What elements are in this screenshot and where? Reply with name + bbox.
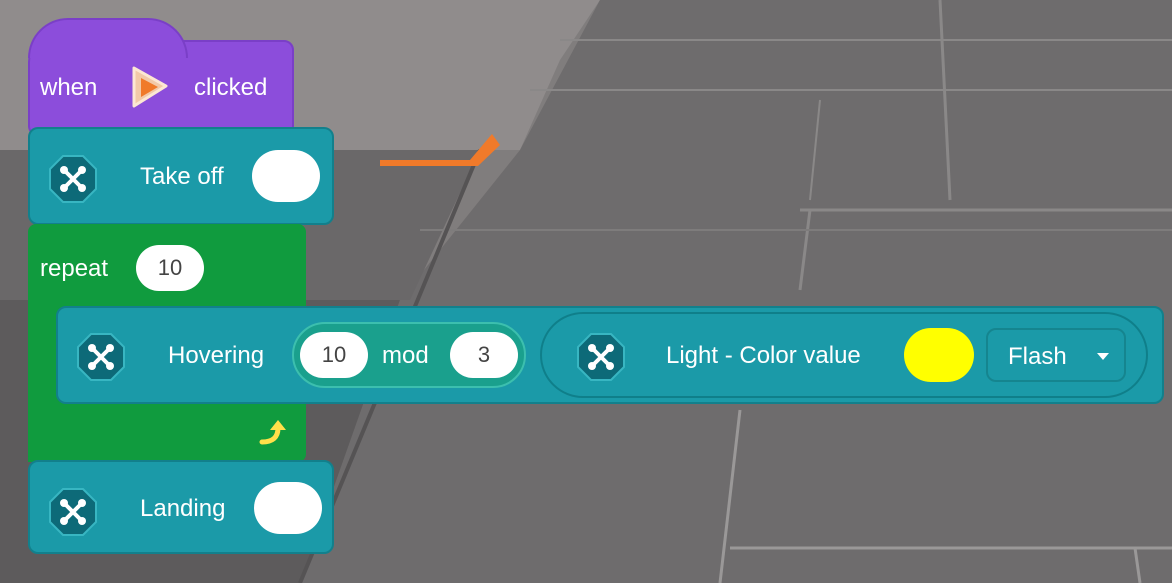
repeat-label: repeat bbox=[40, 255, 109, 282]
landing-input[interactable] bbox=[254, 482, 322, 534]
mod-label: mod bbox=[382, 342, 429, 369]
drone-icon bbox=[77, 333, 125, 381]
mod-left-input[interactable]: 10 bbox=[300, 332, 368, 378]
light-mode-dropdown[interactable]: Flash bbox=[986, 328, 1126, 382]
mod-right-input[interactable]: 3 bbox=[450, 332, 518, 378]
drone-icon bbox=[49, 155, 97, 203]
when-label: when bbox=[40, 74, 98, 101]
drone-icon bbox=[577, 333, 625, 381]
hat-cap bbox=[28, 18, 188, 58]
hovering-label: Hovering bbox=[168, 342, 265, 369]
clicked-label: clicked bbox=[194, 74, 268, 101]
take-off-input[interactable] bbox=[252, 150, 320, 202]
play-flag-icon bbox=[132, 66, 168, 108]
repeat-arrow-icon bbox=[259, 420, 286, 445]
light-color-label: Light - Color value bbox=[666, 342, 861, 369]
color-swatch[interactable] bbox=[904, 328, 974, 382]
take-off-label: Take off bbox=[140, 163, 224, 190]
chevron-down-icon bbox=[1097, 353, 1109, 360]
repeat-count-input[interactable]: 10 bbox=[136, 245, 204, 291]
drone-icon bbox=[49, 488, 97, 536]
landing-label: Landing bbox=[140, 495, 226, 522]
light-mode-value: Flash bbox=[1008, 343, 1067, 370]
